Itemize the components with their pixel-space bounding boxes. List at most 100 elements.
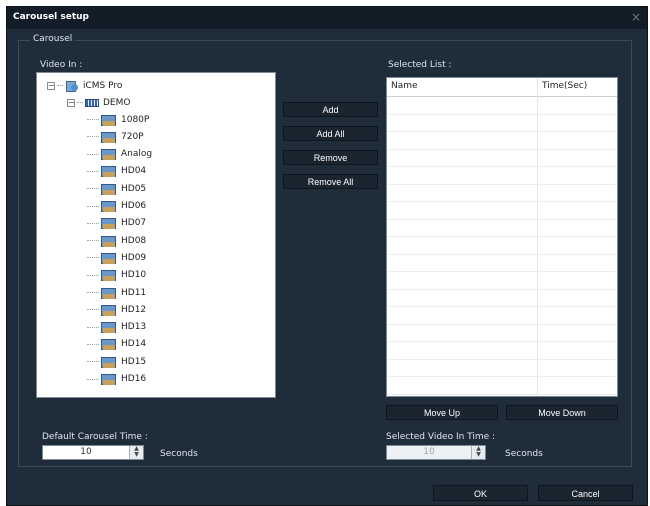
tree-node-label: HD14 — [121, 339, 147, 350]
tree-node-root[interactable]: − iCMS Pro — [47, 77, 122, 94]
tree-node-camera[interactable]: HD09 — [87, 249, 146, 266]
tree-node-camera[interactable]: HD05 — [87, 180, 146, 197]
cancel-button[interactable]: Cancel — [538, 485, 633, 501]
tree-node-label: HD07 — [121, 218, 147, 229]
video-in-label: Video In : — [40, 60, 83, 70]
list-row-line — [387, 183, 617, 185]
tree-node-camera[interactable]: HD15 — [87, 353, 146, 370]
video-in-tree[interactable]: − iCMS Pro − DEMO 1080P 720P Analog HD04 HD0… — [36, 72, 276, 398]
camera-icon — [101, 373, 117, 385]
tree-node-camera[interactable]: 1080P — [87, 111, 149, 128]
default-carousel-time-label: Default Carousel Time : — [42, 432, 148, 442]
camera-group-icon — [85, 98, 99, 107]
collapse-icon[interactable]: − — [67, 98, 75, 107]
add-all-button[interactable]: Add All — [283, 126, 378, 141]
list-row-line — [387, 393, 617, 395]
tree-node-label: HD15 — [121, 356, 147, 367]
server-icon — [65, 80, 79, 92]
spinner-value[interactable]: 10 — [387, 447, 471, 457]
camera-icon — [101, 321, 117, 334]
spinner-arrows-icon[interactable]: ▲ ▼ — [129, 446, 143, 459]
list-row-line — [387, 166, 617, 167]
camera-icon — [101, 338, 117, 351]
tree-node-label: 1080P — [121, 114, 150, 125]
list-row-line — [387, 341, 617, 342]
list-row-line — [387, 131, 617, 132]
tree-node-label: Analog — [121, 149, 153, 160]
tree-node-camera[interactable]: HD04 — [87, 163, 146, 180]
tree-node-camera[interactable]: HD06 — [87, 198, 146, 215]
remove-button[interactable]: Remove — [283, 150, 378, 165]
tree-node-label: iCMS Pro — [83, 80, 123, 91]
camera-icon — [101, 183, 117, 195]
list-row-line — [387, 148, 617, 150]
spinner-arrows-icon[interactable]: ▲ ▼ — [471, 446, 485, 459]
list-row-line — [387, 201, 617, 202]
tree-node-camera[interactable]: HD08 — [87, 232, 146, 249]
camera-icon — [101, 235, 117, 247]
tree-node-camera[interactable]: 720P — [87, 128, 144, 145]
selected-list[interactable]: Name Time(Sec) — [386, 77, 618, 397]
camera-icon — [101, 269, 117, 282]
tree-node-label: HD12 — [121, 304, 147, 315]
carousel-group-label: Carousel — [30, 34, 76, 44]
tree-node-label: HD08 — [121, 235, 147, 246]
tree-node-label: HD10 — [121, 270, 147, 281]
camera-icon — [101, 114, 117, 126]
selected-video-in-time-label: Selected Video In Time : — [386, 432, 496, 442]
remove-all-button[interactable]: Remove All — [283, 174, 378, 189]
list-row-line — [387, 113, 617, 115]
list-row-line — [387, 376, 617, 377]
tree-node-camera[interactable]: HD14 — [87, 336, 146, 353]
tree-node-label: DEMO — [103, 97, 131, 108]
list-row-line — [387, 358, 617, 360]
tree-node-group[interactable]: − DEMO — [67, 94, 130, 111]
list-row-line — [387, 288, 617, 290]
selected-time-unit: Seconds — [505, 449, 543, 459]
selected-list-label: Selected List : — [388, 60, 452, 70]
title-bar: Carousel setup × — [7, 7, 647, 29]
tree-node-label: HD13 — [121, 322, 147, 333]
camera-icon — [101, 356, 117, 368]
tree-node-camera[interactable]: HD12 — [87, 301, 146, 318]
list-row-line — [387, 306, 617, 307]
close-icon[interactable]: × — [631, 10, 641, 24]
tree-node-label: HD09 — [121, 252, 147, 263]
tree-node-label: HD05 — [121, 183, 147, 194]
list-row-line — [387, 271, 617, 272]
camera-icon — [101, 287, 117, 299]
tree-node-camera[interactable]: HD11 — [87, 284, 146, 301]
list-row-line — [387, 253, 617, 255]
selected-list-header: Name Time(Sec) — [387, 78, 617, 97]
list-row-line — [387, 323, 617, 325]
tree-node-camera[interactable]: HD13 — [87, 319, 146, 336]
add-button[interactable]: Add — [283, 102, 378, 117]
camera-icon — [101, 200, 117, 212]
move-up-button[interactable]: Move Up — [386, 405, 498, 420]
selected-video-in-time-spinner[interactable]: 10 ▲ ▼ — [386, 445, 486, 460]
tree-node-camera[interactable]: HD16 — [87, 371, 146, 388]
column-header-time[interactable]: Time(Sec) — [542, 81, 587, 91]
camera-icon — [101, 217, 117, 230]
tree-node-camera[interactable]: HD10 — [87, 267, 146, 284]
list-row-line — [387, 236, 617, 237]
camera-icon — [101, 148, 117, 161]
list-row-line — [387, 218, 617, 220]
tree-node-camera[interactable]: Analog — [87, 146, 152, 163]
move-down-button[interactable]: Move Down — [506, 405, 618, 420]
camera-icon — [101, 131, 117, 143]
dialog-title: Carousel setup — [13, 12, 89, 22]
tree-node-label: HD06 — [121, 201, 147, 211]
collapse-icon[interactable]: − — [47, 81, 55, 90]
column-header-name[interactable]: Name — [391, 81, 418, 91]
tree-node-label: 720P — [121, 131, 144, 142]
ok-button[interactable]: OK — [433, 485, 528, 501]
tree-node-label: HD04 — [121, 166, 147, 177]
camera-icon — [101, 165, 117, 178]
spinner-value[interactable]: 10 — [43, 447, 129, 457]
default-carousel-time-spinner[interactable]: 10 ▲ ▼ — [42, 445, 144, 460]
camera-icon — [101, 252, 117, 264]
default-time-unit: Seconds — [160, 449, 198, 459]
tree-node-camera[interactable]: HD07 — [87, 215, 146, 232]
tree-node-label: HD11 — [121, 287, 147, 298]
